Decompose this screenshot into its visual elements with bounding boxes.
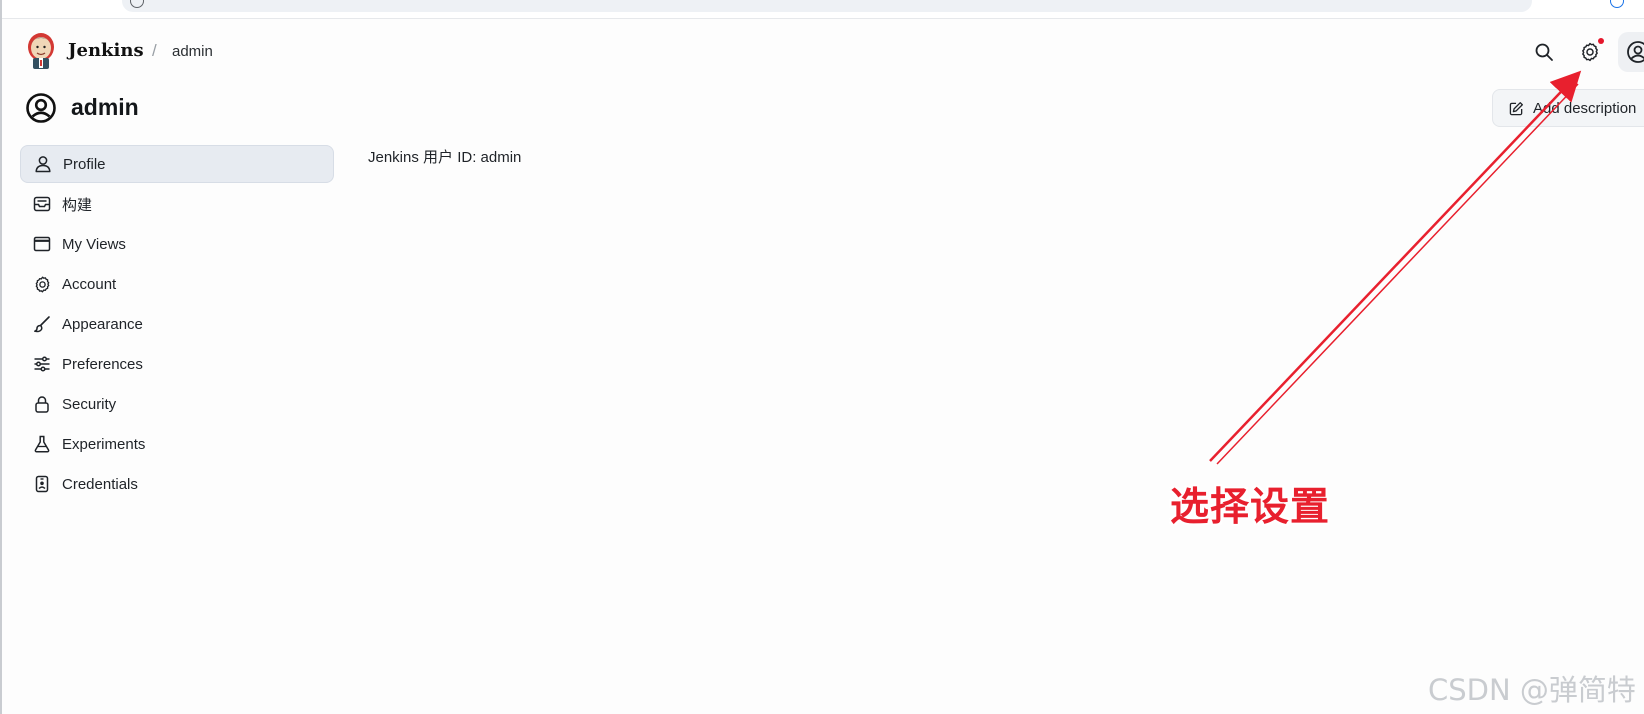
flask-icon [32,434,52,454]
watermark: CSDN @弹简特 [1428,673,1636,707]
user-menu-button[interactable] [1618,32,1644,72]
gear-icon [32,274,52,294]
sidebar-item-profile[interactable]: Profile [20,145,334,183]
edit-icon [1509,101,1523,115]
sidebar-item-label: Preferences [62,355,143,373]
browser-toolbar [0,0,1644,19]
sidebar-item-label: My Views [62,235,126,253]
user-id-text: Jenkins 用户 ID: admin [368,149,522,166]
sidebar-item-builds[interactable]: 构建 [20,185,334,223]
brush-icon [32,314,52,334]
sidebar-item-account[interactable]: Account [20,265,334,303]
person-icon [33,154,53,174]
sidebar-item-label: Appearance [62,315,143,333]
inbox-icon [32,194,52,214]
brand-name[interactable]: Jenkins [68,40,144,61]
search-button[interactable] [1527,35,1561,69]
sidebar-item-security[interactable]: Security [20,385,334,423]
sidebar-item-experiments[interactable]: Experiments [20,425,334,463]
sliders-icon [32,354,52,374]
sidebar-item-label: Credentials [62,475,138,493]
search-icon [1535,43,1553,61]
user-circle-icon [1627,41,1644,63]
address-bar[interactable] [122,0,1532,12]
sidebar-item-label: Profile [63,155,106,173]
sidebar-item-my-views[interactable]: My Views [20,225,334,263]
breadcrumb-separator: / [152,41,157,60]
user-circle-icon [26,93,56,123]
annotation-label: 选择设置 [1170,485,1331,530]
page-header: Jenkins / admin [0,24,1644,80]
sidebar-item-label: Experiments [62,435,146,453]
add-description-button[interactable]: Add description [1492,89,1644,127]
profile-icon[interactable] [1610,0,1624,8]
sidebar-item-credentials[interactable]: Credentials [20,465,334,503]
breadcrumb-current[interactable]: admin [172,43,213,60]
page-title: admin [71,94,139,120]
sidebar-item-preferences[interactable]: Preferences [20,345,334,383]
window-icon [32,234,52,254]
add-description-label: Add description [1533,99,1637,117]
sidebar-item-label: Security [62,395,117,413]
sidebar: Profile 构建 My Views Account Appearance P… [20,145,334,505]
gear-icon [1582,42,1598,62]
jenkins-logo-icon[interactable] [25,30,57,70]
sidebar-item-appearance[interactable]: Appearance [20,305,334,343]
jenkins-user-page: Jenkins / admin admin Add description Pr… [0,0,1644,714]
sidebar-item-label: 构建 [62,196,93,214]
sidebar-item-label: Account [62,275,117,293]
id-badge-icon [32,474,52,494]
lock-icon [32,394,52,414]
notification-dot [1598,38,1604,44]
window-edge [0,0,2,714]
